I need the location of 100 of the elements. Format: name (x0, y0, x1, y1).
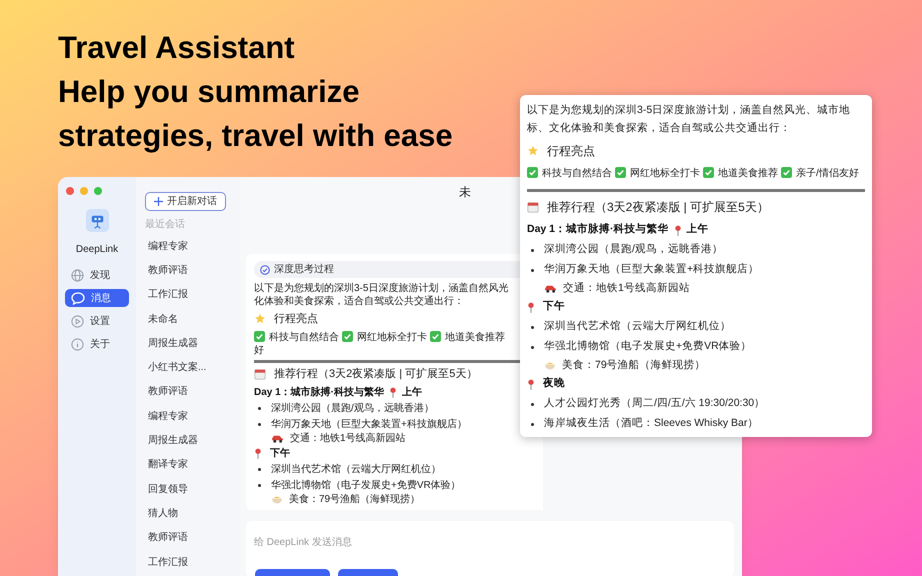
list-item-text: 华润万象天地（巨型大象装置+科技旗舰店） (271, 418, 467, 432)
conversation-item[interactable]: 周报生成器 (145, 428, 240, 453)
day-heading: Day 1：城市脉搏·科技与繁华 (527, 222, 669, 238)
message-text: 以下是为您规划的深圳3-5日深度旅游计划，涵盖自然风光、城市地标、文化体验和美食探索，适合自驾或公共交通出行： (527, 103, 852, 136)
list-item-text: 深圳湾公园（晨跑/观鸟，远眺香港） (271, 402, 434, 416)
bullet-icon (258, 406, 261, 410)
section-heading: 推荐行程（3天2夜紧凑版 | 可扩展至5天） (274, 366, 478, 382)
time-slot-label: 下午 (543, 299, 565, 314)
conversation-item[interactable]: 猜人物 (145, 501, 240, 526)
star-icon (254, 313, 266, 326)
highlight-text: 科技与自然结合 (269, 332, 339, 342)
list-item-text: 海岸城夜生活（酒吧：Sleeves Whisky Bar） (544, 416, 758, 432)
pin-icon (527, 378, 535, 390)
robot-logo-icon (86, 209, 108, 232)
info-icon (71, 338, 84, 350)
message-text: 化体验和美食探索，适合自驾或公共交通出行： (254, 296, 464, 307)
chat-icon (71, 292, 85, 304)
conversation-item[interactable]: 翻译专家 (145, 452, 240, 477)
bullet-icon (531, 422, 534, 426)
conversation-item[interactable]: 教师评语 (145, 258, 240, 283)
list-item-text: 华润万象天地（巨型大象装置+科技旗舰店） (544, 262, 760, 278)
conversation-item[interactable]: 教师评语 (145, 526, 240, 550)
nav-item[interactable]: 关于 (65, 335, 129, 353)
check-box-icon (781, 167, 792, 178)
conversation-item[interactable]: 教师评语 (145, 380, 240, 404)
message-text: 以下是为您规划的深圳3-5日深度旅游计划，涵盖自然风光 (254, 283, 508, 294)
bullet-icon (258, 422, 261, 426)
highlight-text: 好 (254, 344, 264, 356)
section-heading: 推荐行程（3天2夜紧凑版 | 可扩展至5天） (547, 199, 769, 216)
highlight-text: 亲子/情侣友好 (796, 168, 859, 179)
nav-item[interactable]: 发现 (65, 266, 129, 284)
new-chat-button[interactable]: 开启新对话 (145, 192, 226, 211)
calendar-icon (254, 368, 266, 380)
pin-icon (527, 302, 535, 312)
option-button[interactable] (255, 569, 330, 576)
conversation-item[interactable]: 回复领导 (145, 476, 240, 502)
plus-icon (154, 197, 163, 206)
app-name: DeepLink (76, 243, 118, 257)
section-heading: 行程亮点 (274, 312, 318, 327)
conversation-item[interactable]: 编程专家 (145, 404, 240, 428)
conversation-item[interactable]: 周报生成器 (145, 331, 240, 356)
day-heading: Day 1：城市脉搏·科技与繁华 (254, 385, 384, 400)
check-box-icon (342, 330, 353, 342)
check-box-icon (703, 167, 714, 178)
headline-text: strategies, travel with ease (58, 117, 453, 155)
list-item-text: 深圳当代艺术馆（云端大厅网红机位） (544, 319, 731, 334)
bullet-icon (258, 484, 261, 486)
highlight-text: 地道美食推荐 (718, 168, 778, 179)
check-box-icon (430, 330, 441, 342)
list-item-text: 深圳当代艺术馆（云端大厅网红机位） (271, 462, 441, 476)
note-text: 交通：地铁1号线高新园站 (290, 432, 406, 446)
list-item-text: 华强北博物馆（电子发展史+免费VR体验） (544, 339, 752, 354)
list-item-text: 华强北博物馆（电子发展史+免费VR体验） (271, 478, 461, 492)
play-circle-icon (71, 314, 84, 328)
nav-item[interactable]: 消息 (65, 289, 129, 307)
car-icon (544, 284, 557, 293)
check-box-icon (254, 330, 265, 342)
conversation-item[interactable]: 小红书文案... (145, 355, 240, 380)
bowl-icon (544, 361, 556, 370)
time-slot-label: 上午 (402, 386, 422, 400)
maximize-icon[interactable] (94, 187, 102, 195)
note-text: 交通：地铁1号线高新园站 (563, 280, 690, 296)
pin-icon (389, 386, 398, 398)
conversation-item[interactable]: 编程专家 (145, 234, 240, 258)
option-button[interactable] (338, 569, 398, 576)
highlight-text: 网红地标全打卡 (630, 168, 700, 179)
section-heading: 行程亮点 (547, 143, 595, 160)
check-box-icon (527, 167, 538, 178)
globe-icon (71, 268, 84, 282)
nav-item[interactable]: 设置 (65, 312, 129, 330)
highlight-text: 网红地标全打卡 (357, 332, 427, 342)
bullet-icon (531, 346, 534, 348)
conversation-item[interactable]: 工作汇报 (145, 282, 240, 307)
bullet-icon (258, 468, 261, 470)
minimize-icon[interactable] (80, 187, 88, 195)
time-slot-label: 夜晚 (543, 376, 565, 392)
calendar-icon (527, 201, 539, 213)
conversation-item[interactable]: 未命名 (145, 306, 240, 332)
car-icon (271, 434, 284, 443)
bullet-icon (531, 326, 534, 328)
close-icon[interactable] (66, 187, 74, 195)
list-item-text: 深圳湾公园（晨跑/观鸟，远眺香港） (544, 242, 723, 258)
note-text: 美食：79号渔船（海鲜现捞） (289, 492, 420, 507)
check-circle-icon (260, 264, 270, 274)
pin-icon (674, 224, 682, 236)
bowl-icon (271, 495, 283, 504)
conversation-item[interactable]: 工作汇报 (145, 550, 240, 574)
list-item-text: 人才公园灯光秀（周二/四/五/六 19:30/20:30） (544, 396, 766, 412)
pin-icon (254, 448, 262, 458)
time-slot-label: 下午 (270, 446, 290, 460)
note-text: 美食：79号渔船（海鲜现捞） (562, 358, 706, 373)
star-icon (527, 145, 539, 157)
bullet-icon (531, 402, 534, 406)
highlight-text: 科技与自然结合 (542, 168, 612, 179)
bullet-icon (531, 268, 534, 272)
check-box-icon (615, 167, 626, 178)
headline-text: Travel Assistant (58, 29, 295, 67)
chat-title: 未 (459, 184, 471, 201)
section-label: 最近会话 (145, 218, 186, 232)
bullet-icon (531, 248, 534, 252)
